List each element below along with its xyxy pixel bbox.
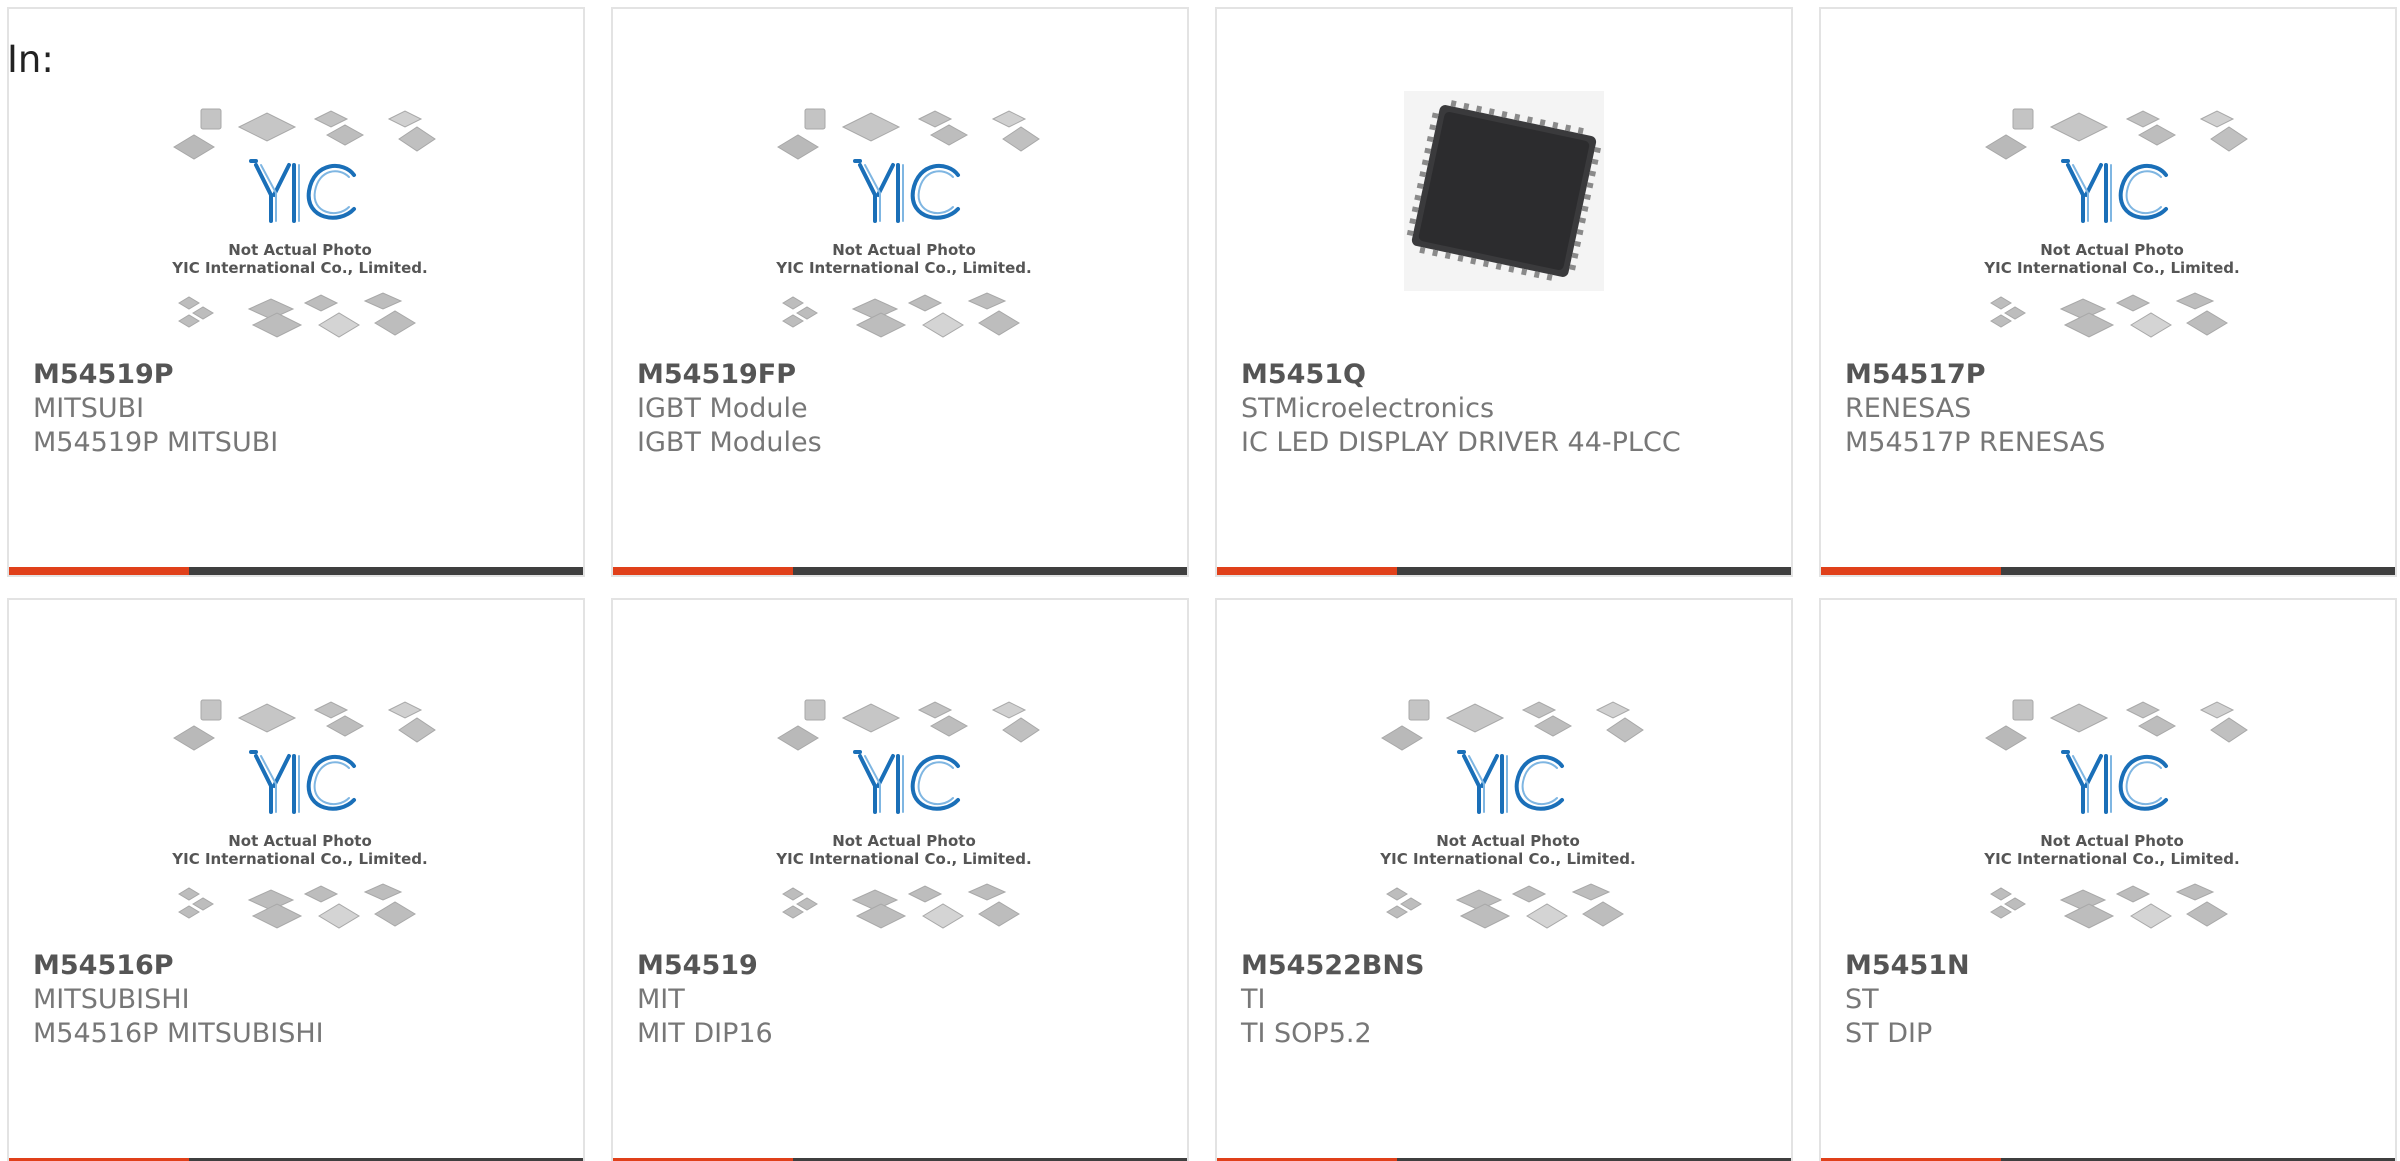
product-card[interactable]: Not Actual Photo YIC International Co., … (1819, 7, 2397, 577)
svg-text:Not Actual Photo: Not Actual Photo (2040, 241, 2184, 259)
product-part-number[interactable]: M5451Q (1241, 359, 1366, 390)
svg-text:Not Actual Photo: Not Actual Photo (2040, 832, 2184, 850)
svg-text:YIC International Co., Limited: YIC International Co., Limited. (1379, 850, 1635, 868)
product-card[interactable]: Not Actual Photo YIC International Co., … (7, 7, 585, 577)
product-card[interactable]: Not Actual Photo YIC International Co., … (1819, 598, 2397, 1161)
product-card[interactable]: Not Actual Photo YIC International Co., … (7, 598, 585, 1161)
product-part-number[interactable]: M5451N (1845, 950, 1970, 981)
svg-text:YIC International Co., Limited: YIC International Co., Limited. (171, 850, 427, 868)
product-brand: ST (1845, 984, 1879, 1015)
placeholder-image[interactable]: Not Actual Photo YIC International Co., … (9, 682, 583, 942)
product-brand: STMicroelectronics (1241, 393, 1495, 424)
svg-text:YIC International Co., Limited: YIC International Co., Limited. (775, 850, 1031, 868)
product-brand: RENESAS (1845, 393, 1972, 424)
product-brand: MITSUBI (33, 393, 145, 424)
card-footer-bar (1217, 567, 1791, 575)
not-actual-photo-image: Not Actual Photo YIC International Co., … (775, 108, 1040, 338)
not-actual-photo-image: Not Actual Photo YIC International Co., … (1379, 699, 1644, 929)
card-accent-bar (1821, 567, 2001, 575)
svg-text:Not Actual Photo: Not Actual Photo (228, 241, 372, 259)
svg-text:YIC International Co., Limited: YIC International Co., Limited. (1983, 259, 2239, 277)
product-description: ST DIP (1845, 1018, 1933, 1049)
product-photo[interactable] (1217, 91, 1791, 351)
svg-text:Not Actual Photo: Not Actual Photo (1436, 832, 1580, 850)
product-description: IC LED DISPLAY DRIVER 44-PLCC (1241, 427, 1681, 458)
placeholder-image[interactable]: Not Actual Photo YIC International Co., … (1821, 91, 2395, 351)
product-brand: MITSUBISHI (33, 984, 190, 1015)
placeholder-image[interactable]: Not Actual Photo YIC International Co., … (613, 682, 1187, 942)
svg-text:Not Actual Photo: Not Actual Photo (832, 832, 976, 850)
not-actual-photo-image: Not Actual Photo YIC International Co., … (775, 699, 1040, 929)
product-part-number[interactable]: M54517P (1845, 359, 1986, 390)
product-card[interactable]: M5451Q STMicroelectronics IC LED DISPLAY D… (1215, 7, 1793, 577)
product-brand: TI (1241, 984, 1266, 1015)
product-part-number[interactable]: M54519P (33, 359, 174, 390)
placeholder-image[interactable]: Not Actual Photo YIC International Co., … (9, 91, 583, 351)
not-actual-photo-image: Not Actual Photo YIC International Co., … (171, 108, 436, 338)
not-actual-photo-image: Not Actual Photo YIC International Co., … (171, 699, 436, 929)
product-description: MIT DIP16 (637, 1018, 773, 1049)
product-brand: MIT (637, 984, 685, 1015)
placeholder-image[interactable]: Not Actual Photo YIC International Co., … (613, 91, 1187, 351)
svg-text:YIC International Co., Limited: YIC International Co., Limited. (171, 259, 427, 277)
product-description: TI SOP5.2 (1241, 1018, 1372, 1049)
product-part-number[interactable]: M54519 (637, 950, 758, 981)
svg-text:Not Actual Photo: Not Actual Photo (228, 832, 372, 850)
product-card[interactable]: Not Actual Photo YIC International Co., … (1215, 598, 1793, 1161)
placeholder-image[interactable]: Not Actual Photo YIC International Co., … (1821, 682, 2395, 942)
card-footer-bar (613, 567, 1187, 575)
plcc-chip-image (1404, 91, 1604, 291)
product-card[interactable]: Not Actual Photo YIC International Co., … (611, 598, 1189, 1161)
product-brand: IGBT Module (637, 393, 808, 424)
in-label: In: (7, 38, 54, 81)
svg-text:Not Actual Photo: Not Actual Photo (832, 241, 976, 259)
product-description: M54519P MITSUBI (33, 427, 279, 458)
card-footer-bar (9, 567, 583, 575)
product-part-number[interactable]: M54519FP (637, 359, 796, 390)
product-grid-page: In: Not Actual Photo YIC International C… (0, 0, 2400, 1161)
product-part-number[interactable]: M54516P (33, 950, 174, 981)
svg-text:YIC International Co., Limited: YIC International Co., Limited. (1983, 850, 2239, 868)
not-actual-photo-image: Not Actual Photo YIC International Co., … (1983, 108, 2248, 338)
svg-text:YIC International Co., Limited: YIC International Co., Limited. (775, 259, 1031, 277)
product-description: M54516P MITSUBISHI (33, 1018, 324, 1049)
card-footer-bar (1821, 567, 2395, 575)
product-description: IGBT Modules (637, 427, 822, 458)
product-part-number[interactable]: M54522BNS (1241, 950, 1424, 981)
not-actual-photo-image: Not Actual Photo YIC International Co., … (1983, 699, 2248, 929)
placeholder-image[interactable]: Not Actual Photo YIC International Co., … (1217, 682, 1791, 942)
card-accent-bar (1217, 567, 1397, 575)
card-accent-bar (613, 567, 793, 575)
product-description: M54517P RENESAS (1845, 427, 2106, 458)
card-accent-bar (9, 567, 189, 575)
product-card[interactable]: Not Actual Photo YIC International Co., … (611, 7, 1189, 577)
